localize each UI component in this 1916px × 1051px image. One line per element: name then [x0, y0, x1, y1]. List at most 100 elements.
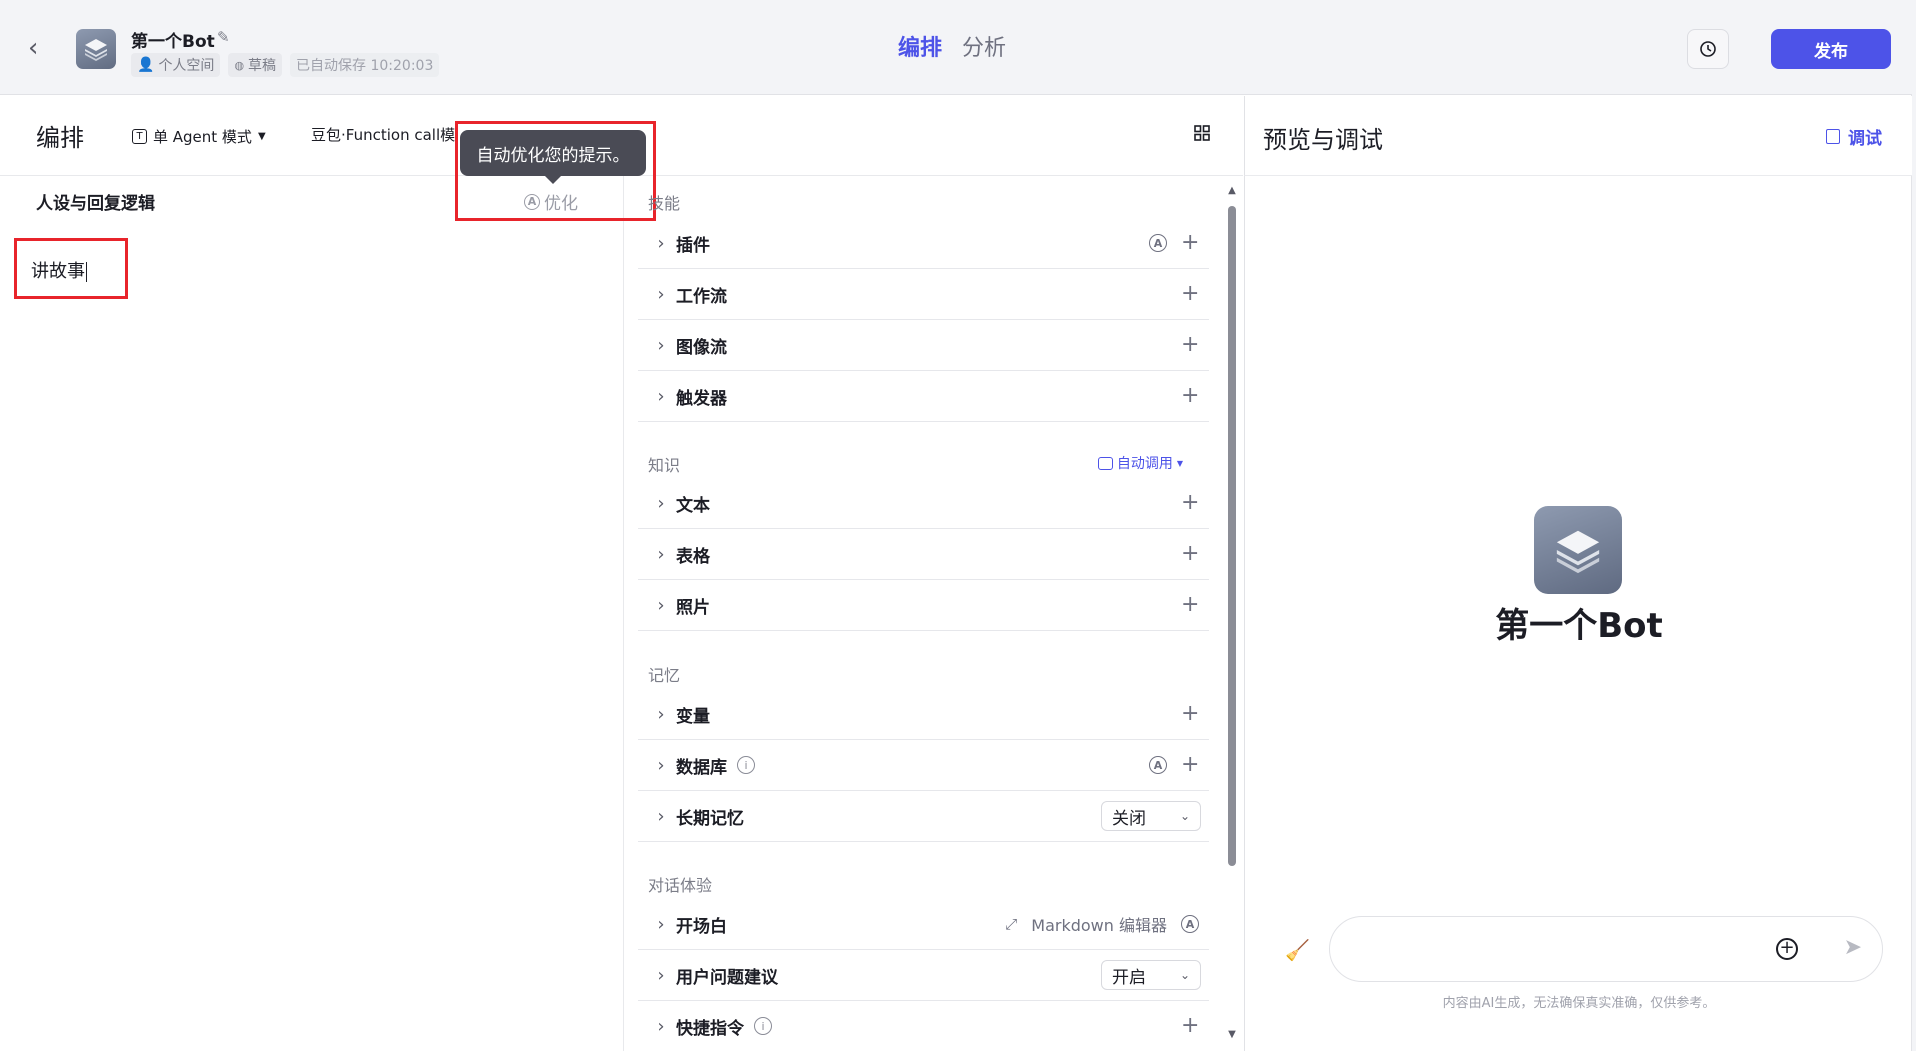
skill-row-plugin[interactable]: › 插件 A +: [638, 218, 1209, 269]
add-attachment-icon[interactable]: +: [1776, 938, 1798, 960]
knowledge-row-text[interactable]: › 文本 +: [638, 478, 1209, 529]
prompt-editor[interactable]: 讲故事: [31, 257, 87, 283]
preview-title: 预览与调试: [1263, 126, 1383, 154]
chevron-right-icon: ›: [657, 385, 665, 407]
preview-bot-name: 第一个Bot: [1495, 606, 1663, 646]
info-icon[interactable]: i: [737, 756, 755, 774]
add-icon[interactable]: +: [1181, 385, 1199, 407]
clear-history-icon[interactable]: 🧹: [1285, 938, 1310, 962]
memory-row-variable[interactable]: › 变量 +: [638, 689, 1209, 740]
layout-grid-icon[interactable]: [1193, 124, 1215, 146]
add-icon[interactable]: +: [1181, 754, 1199, 776]
autosave-text: 已自动保存 10:20:03: [290, 53, 440, 77]
send-icon[interactable]: ➤: [1844, 935, 1862, 960]
back-arrow-icon[interactable]: ‹: [28, 32, 52, 64]
memory-row-database[interactable]: › 数据库 i A +: [638, 740, 1209, 791]
edit-name-icon[interactable]: ✎: [217, 28, 235, 46]
auto-a-icon[interactable]: A: [1181, 915, 1199, 933]
model-select[interactable]: 豆包·Function call模型: [305, 124, 455, 145]
row-label: 变量: [676, 706, 710, 727]
add-icon[interactable]: +: [1181, 1015, 1199, 1037]
expand-icon[interactable]: ⤢: [1005, 915, 1017, 933]
column-divider: [623, 176, 624, 1051]
row-label: 表格: [676, 546, 710, 567]
add-icon[interactable]: +: [1181, 492, 1199, 514]
layers-icon: [1556, 530, 1600, 574]
tab-analysis[interactable]: 分析: [962, 30, 1006, 62]
auto-call-label: 自动调用: [1116, 456, 1173, 472]
dialog-row-opening[interactable]: › 开场白 ⤢ Markdown 编辑器 A: [638, 899, 1209, 950]
caret-down-icon: ▼: [257, 131, 266, 142]
skill-row-imageflow[interactable]: › 图像流 +: [638, 320, 1209, 371]
knowledge-row-photo[interactable]: › 照片 +: [638, 580, 1209, 631]
row-label: 文本: [676, 495, 710, 516]
history-button[interactable]: [1687, 29, 1729, 69]
auto-call-select[interactable]: 自动调用 ▼: [1097, 453, 1183, 473]
row-label: 触发器: [676, 388, 727, 409]
skills-scrollbar[interactable]: ▲ ▼: [1226, 185, 1238, 1051]
long-memory-select[interactable]: 关闭 ⌄: [1101, 801, 1201, 831]
add-icon[interactable]: +: [1181, 543, 1199, 565]
database-label: 数据库: [676, 757, 727, 778]
group-title-dialog: 对话体验: [648, 876, 713, 895]
auto-a-icon[interactable]: A: [1149, 756, 1167, 774]
info-icon[interactable]: i: [754, 1017, 772, 1035]
shortcut-label: 快捷指令: [676, 1018, 744, 1039]
add-icon[interactable]: +: [1181, 283, 1199, 305]
prompt-content: 讲故事: [31, 261, 85, 282]
publish-button[interactable]: 发布: [1771, 29, 1891, 69]
group-title-memory: 记忆: [648, 666, 681, 685]
chevron-right-icon: ›: [657, 594, 665, 616]
select-value: 开启: [1112, 967, 1146, 988]
debug-button[interactable]: 调试: [1826, 124, 1882, 149]
skill-row-workflow[interactable]: › 工作流 +: [638, 269, 1209, 320]
preview-body: 第一个Bot 🧹 + ➤ 内容由AI生成，无法确保真实准确，仅供参考。: [1244, 176, 1912, 1051]
scroll-up-icon[interactable]: ▲: [1226, 185, 1238, 196]
mode-icon: T: [132, 129, 147, 144]
agent-mode-select[interactable]: T 单 Agent 模式 ▼: [132, 126, 266, 147]
optimize-button[interactable]: A 优化: [524, 189, 578, 214]
memory-row-long-term[interactable]: › 长期记忆 关闭 ⌄: [638, 791, 1209, 842]
add-icon[interactable]: +: [1181, 232, 1199, 254]
chevron-right-icon: ›: [657, 1015, 665, 1037]
add-icon[interactable]: +: [1181, 594, 1199, 616]
mode-label: 单 Agent 模式: [153, 128, 252, 146]
row-label: 图像流: [676, 337, 727, 358]
chevron-right-icon: ›: [657, 913, 665, 935]
debug-label: 调试: [1848, 129, 1882, 149]
dialog-row-suggestions[interactable]: › 用户问题建议 开启 ⌄: [638, 950, 1209, 1001]
markdown-editor-label[interactable]: Markdown 编辑器: [1031, 912, 1167, 936]
chevron-right-icon: ›: [657, 492, 665, 514]
ai-disclaimer: 内容由AI生成，无法确保真实准确，仅供参考。: [1442, 996, 1716, 1011]
add-icon[interactable]: +: [1181, 703, 1199, 725]
chevron-down-icon: ⌄: [1179, 968, 1190, 982]
person-icon: 👤: [137, 57, 155, 73]
chat-input[interactable]: + ➤: [1329, 916, 1883, 982]
space-badge: 👤 个人空间: [131, 53, 221, 77]
select-value: 关闭: [1112, 808, 1146, 829]
bot-avatar: [76, 29, 116, 69]
scroll-down-icon[interactable]: ▼: [1226, 1029, 1238, 1040]
add-icon[interactable]: +: [1181, 334, 1199, 356]
top-header: ‹ 第一个Bot ✎ 👤 个人空间 ◍ 草稿 已自动保存 10:20:03 编排…: [0, 0, 1912, 95]
optimize-label: 优化: [544, 194, 578, 214]
text-caret: [86, 262, 87, 282]
chevron-down-icon: ⌄: [1179, 809, 1190, 823]
preview-bot-avatar: [1534, 506, 1622, 594]
tab-arrange[interactable]: 编排: [898, 30, 942, 62]
chevron-right-icon: ›: [657, 283, 665, 305]
bot-meta: 👤 个人空间 ◍ 草稿 已自动保存 10:20:03: [131, 53, 440, 77]
chevron-right-icon: ›: [657, 232, 665, 254]
knowledge-row-table[interactable]: › 表格 +: [638, 529, 1209, 580]
skill-row-trigger[interactable]: › 触发器 +: [638, 371, 1209, 422]
optimize-tooltip: 自动优化您的提示。: [460, 130, 646, 184]
skills-panel: 技能 › 插件 A + › 工作流 + › 图像流 + › 触发器 + 知识 自动…: [638, 176, 1211, 1051]
suggestion-select[interactable]: 开启 ⌄: [1101, 960, 1201, 990]
dialog-row-shortcuts[interactable]: › 快捷指令 i +: [638, 1001, 1209, 1051]
row-label: 长期记忆: [676, 808, 744, 829]
bot-name: 第一个Bot: [131, 32, 215, 52]
scroll-thumb[interactable]: [1228, 206, 1236, 866]
auto-a-icon[interactable]: A: [1149, 234, 1167, 252]
row-label: 插件: [676, 235, 710, 256]
group-title-knowledge: 知识: [648, 456, 681, 475]
